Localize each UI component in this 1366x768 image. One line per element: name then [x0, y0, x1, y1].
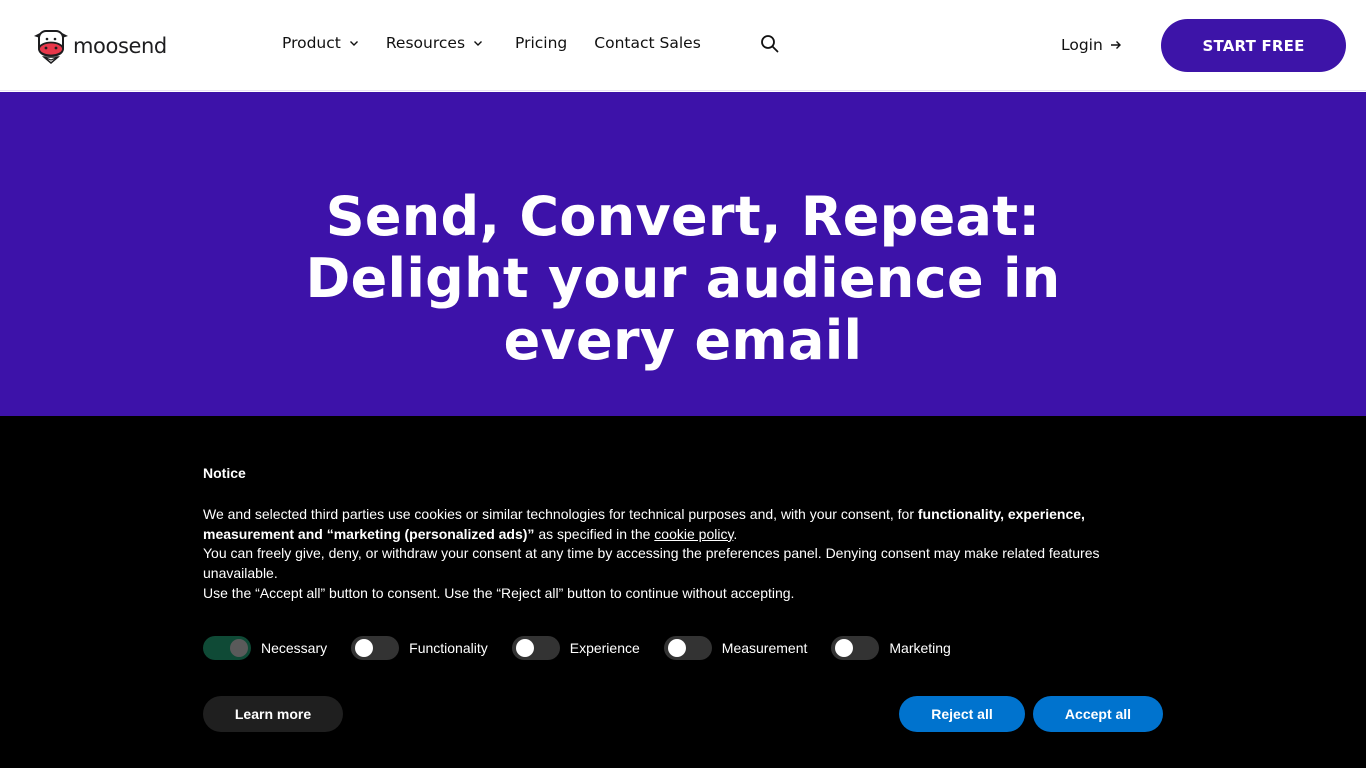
notice-consent-text: You can freely give, deny, or withdraw y… [203, 545, 1100, 582]
login-link[interactable]: Login [1061, 36, 1122, 54]
login-label: Login [1061, 36, 1103, 54]
notice-text-mid: as specified in the [534, 525, 655, 542]
accept-all-button[interactable]: Accept all [1033, 696, 1163, 732]
cow-logo-icon [34, 30, 68, 64]
toggle-label-necessary: Necessary [261, 640, 328, 656]
notice-title: Notice [203, 465, 246, 481]
toggle-experience[interactable]: Experience [511, 636, 640, 660]
learn-more-button[interactable]: Learn more [203, 696, 343, 732]
toggle-measurement[interactable]: Measurement [663, 636, 808, 660]
search-icon[interactable] [760, 34, 780, 54]
nav-pricing[interactable]: Pricing [515, 34, 567, 52]
toggle-label-functionality: Functionality [409, 640, 488, 656]
arrow-right-icon [1110, 41, 1121, 49]
notice-body: We and selected third parties use cookie… [203, 505, 1163, 604]
necessary-switch[interactable] [203, 636, 251, 660]
marketing-switch[interactable] [831, 636, 880, 660]
notice-text-end: . [733, 525, 738, 542]
start-free-button[interactable]: START FREE [1161, 19, 1346, 72]
chevron-down-icon [474, 41, 483, 46]
nav-resources-label: Resources [385, 34, 466, 52]
moosend-logo[interactable]: moosend [31, 26, 167, 66]
experience-switch[interactable] [511, 636, 560, 660]
nav-product[interactable]: Product [282, 34, 359, 52]
consent-toggles: Necessary Functionality Experience Measu… [203, 636, 975, 660]
toggle-necessary[interactable]: Necessary [203, 636, 327, 660]
toggle-functionality[interactable]: Functionality [351, 636, 488, 660]
site-header: moosend Product Resources Pricing Contac… [0, 0, 1366, 91]
cookie-policy-link[interactable]: cookie policy [654, 526, 733, 542]
cookie-notice: Notice We and selected third parties use… [0, 416, 1366, 768]
toggle-label-experience: Experience [569, 640, 640, 656]
main-nav: Product Resources Pricing Contact Sales [282, 34, 701, 52]
hero-title: Send, Convert, Repeat: Delight your audi… [305, 185, 1061, 372]
measurement-switch[interactable] [663, 636, 712, 660]
hero-section: Send, Convert, Repeat: Delight your audi… [0, 92, 1366, 416]
notice-buttons-text: Use the “Accept all” button to consent. … [203, 584, 795, 601]
toggle-label-measurement: Measurement [721, 640, 808, 656]
nav-contact-sales[interactable]: Contact Sales [594, 34, 701, 52]
nav-resources[interactable]: Resources [386, 34, 483, 52]
reject-all-button[interactable]: Reject all [899, 696, 1025, 732]
logo-text: moosend [73, 34, 167, 58]
nav-product-label: Product [282, 34, 341, 52]
toggle-label-marketing: Marketing [889, 640, 951, 656]
toggle-marketing[interactable]: Marketing [831, 636, 951, 660]
functionality-switch[interactable] [351, 636, 400, 660]
notice-text-start: We and selected third parties use cookie… [203, 506, 918, 522]
chevron-down-icon [349, 41, 358, 46]
